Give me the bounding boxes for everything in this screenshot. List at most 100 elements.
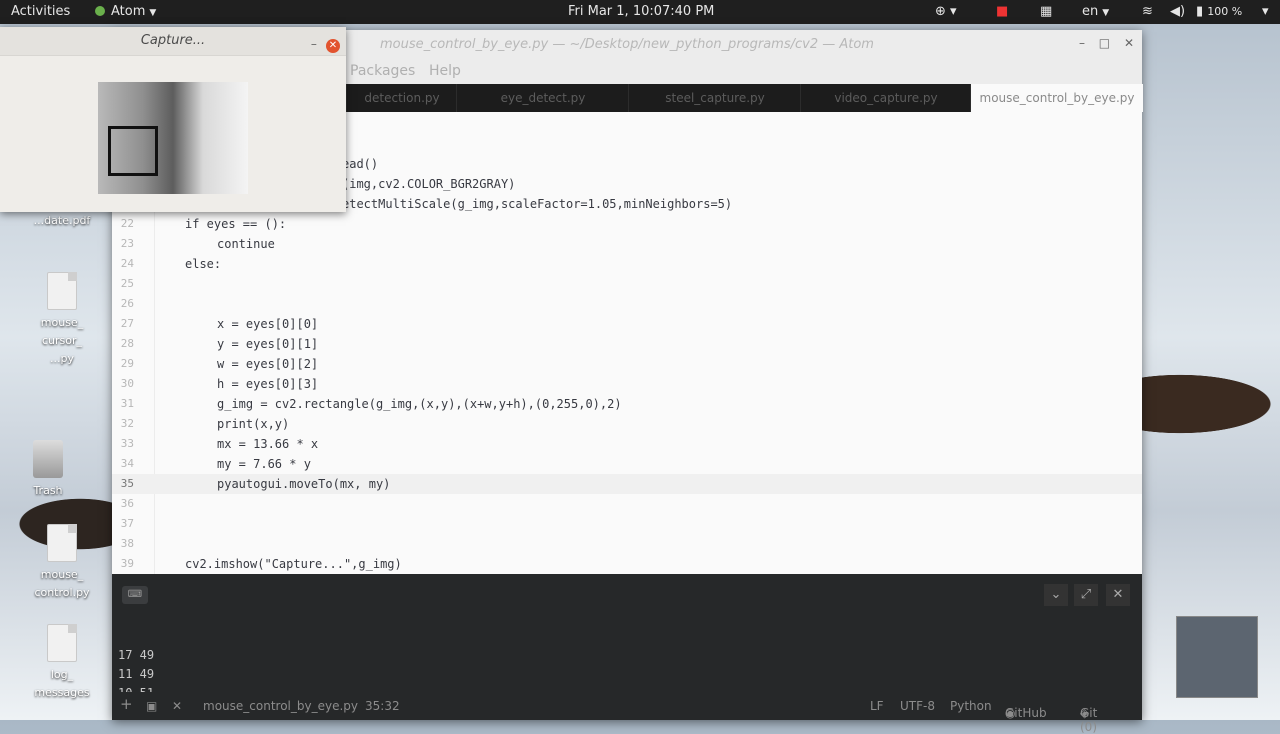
terminal-line: 11 49 bbox=[118, 667, 155, 681]
app-name: Atom bbox=[111, 4, 146, 19]
tab-video-capture[interactable]: video_capture.py bbox=[800, 84, 971, 112]
language-indicator[interactable]: en ▼ bbox=[1082, 0, 1109, 24]
window-controls: – □ ✕ bbox=[1069, 36, 1134, 50]
desktop-icon-trash[interactable]: Trash bbox=[8, 440, 88, 500]
code-line: 23 continue bbox=[112, 234, 1142, 254]
line-number: 26 bbox=[120, 297, 134, 310]
tab-label: mouse_control_by_eye.py bbox=[979, 91, 1135, 105]
code-text: mx = 13.66 * x bbox=[217, 437, 319, 451]
tab-label: detection.py bbox=[364, 91, 440, 105]
tab-detection[interactable]: detection.py bbox=[346, 84, 457, 112]
battery-label: 100 % bbox=[1207, 5, 1243, 18]
code-line: 33 mx = 13.66 * x bbox=[112, 434, 1142, 454]
status-grammar[interactable]: Python bbox=[950, 699, 992, 713]
status-encoding[interactable]: UTF-8 bbox=[900, 699, 935, 713]
code-text: etectMultiScale(g_img,scaleFactor=1.05,m… bbox=[342, 197, 733, 211]
tab-steel-capture[interactable]: steel_capture.py bbox=[628, 84, 801, 112]
maximize-icon[interactable]: ⤢ bbox=[1074, 584, 1098, 606]
status-file-name[interactable]: mouse_control_by_eye.py bbox=[203, 699, 358, 713]
line-number: 32 bbox=[120, 417, 134, 430]
code-text: cv2.imshow("Capture...",g_img) bbox=[185, 557, 402, 571]
desktop-icon-mouse-cursor[interactable]: mouse_ cursor_ ...py bbox=[22, 272, 102, 368]
system-menu-icon[interactable]: ▾ bbox=[1262, 0, 1269, 24]
file-icon bbox=[47, 624, 77, 662]
trash-icon bbox=[33, 440, 63, 478]
code-line: 27 x = eyes[0][0] bbox=[112, 314, 1142, 334]
status-cursor-position[interactable]: 35:32 bbox=[365, 699, 400, 713]
desktop-icon-log-messages[interactable]: log_ messages bbox=[22, 624, 102, 702]
accessibility-icon[interactable]: ⊕ ▾ bbox=[935, 0, 957, 24]
code-text: if eyes == (): bbox=[185, 217, 287, 231]
code-line: 30 h = eyes[0][3] bbox=[112, 374, 1142, 394]
terminal-panel[interactable]: ⌨ ⌄ ⤢ ✕ 17 49 11 49 10 51 bbox=[112, 574, 1142, 700]
webcam-frame bbox=[98, 82, 248, 194]
minimize-icon[interactable]: – bbox=[307, 38, 321, 52]
line-number: 37 bbox=[120, 517, 134, 530]
code-line: 32 print(x,y) bbox=[112, 414, 1142, 434]
code-text: ead() bbox=[342, 157, 379, 171]
line-number: 28 bbox=[120, 337, 134, 350]
webcam-thumbnail bbox=[1176, 616, 1258, 698]
clock[interactable]: Fri Mar 1, 10:07:40 PM bbox=[568, 0, 714, 24]
terminal-line: 17 49 bbox=[118, 648, 155, 662]
close-icon[interactable]: ✕ bbox=[172, 699, 182, 713]
desktop-icon-label: log_ messages bbox=[34, 668, 90, 699]
desktop-icon-label: Trash bbox=[33, 484, 63, 497]
minimize-icon[interactable]: – bbox=[1079, 36, 1085, 50]
desktop-icon-label: mouse_ cursor_ ...py bbox=[40, 316, 84, 365]
code-text: continue bbox=[217, 237, 275, 251]
code-line: 22 if eyes == (): bbox=[112, 214, 1142, 234]
line-number: 25 bbox=[120, 277, 134, 290]
screen-recorder-icon[interactable]: ■ bbox=[996, 0, 1008, 24]
desktop-icon-mouse-control[interactable]: mouse_ control.py bbox=[22, 524, 102, 602]
close-icon[interactable]: ✕ bbox=[326, 39, 340, 53]
line-number: 36 bbox=[120, 497, 134, 510]
tab-mouse-control-by-eye[interactable]: mouse_control_by_eye.py bbox=[970, 84, 1143, 112]
tab-label: video_capture.py bbox=[834, 91, 938, 105]
status-bar: + ▣ ✕ mouse_control_by_eye.py 35:32 LF U… bbox=[112, 692, 1142, 734]
line-number: 35 bbox=[120, 477, 134, 490]
status-line-ending[interactable]: LF bbox=[870, 699, 884, 713]
code-line: 25 bbox=[112, 274, 1142, 294]
atom-app-icon bbox=[95, 6, 105, 16]
menu-help[interactable]: Help bbox=[429, 63, 461, 79]
battery-icon: ▮ bbox=[1196, 4, 1208, 19]
code-text: g_img = cv2.rectangle(g_img,(x,y),(x+w,y… bbox=[217, 397, 622, 411]
code-line: 31 g_img = cv2.rectangle(g_img,(x,y),(x+w… bbox=[112, 394, 1142, 414]
code-line: 38 bbox=[112, 534, 1142, 554]
menu-packages[interactable]: Packages bbox=[350, 63, 415, 79]
chevron-down-icon: ▼ bbox=[1102, 8, 1110, 18]
line-number: 34 bbox=[120, 457, 134, 470]
terminal-toggle-icon[interactable]: ▣ bbox=[146, 699, 157, 713]
code-text: my = 7.66 * y bbox=[217, 457, 311, 471]
add-icon[interactable]: + bbox=[120, 695, 133, 713]
line-number: 31 bbox=[120, 397, 134, 410]
volume-icon[interactable]: ◀) bbox=[1170, 0, 1185, 24]
chevron-down-icon[interactable]: ⌄ bbox=[1044, 584, 1068, 606]
keyboard-icon[interactable]: ▦ bbox=[1040, 0, 1052, 24]
desktop-icon-pdf[interactable]: ...date.pdf bbox=[22, 212, 102, 230]
tab-eye-detect[interactable]: eye_detect.py bbox=[456, 84, 629, 112]
wifi-icon[interactable]: ≋ bbox=[1142, 0, 1153, 24]
code-line: 28 y = eyes[0][1] bbox=[112, 334, 1142, 354]
close-icon[interactable]: ✕ bbox=[1124, 36, 1134, 50]
code-text: h = eyes[0][3] bbox=[217, 377, 319, 391]
battery-indicator[interactable]: ▮ 100 % bbox=[1196, 0, 1242, 24]
app-menu[interactable]: Atom ▼ bbox=[95, 0, 156, 24]
line-number: 30 bbox=[120, 377, 134, 390]
line-number: 38 bbox=[120, 537, 134, 550]
activities-button[interactable]: Activities bbox=[11, 0, 70, 24]
top-bar: Activities Atom ▼ Fri Mar 1, 10:07:40 PM … bbox=[0, 0, 1280, 24]
desktop-icon-label: mouse_ control.py bbox=[34, 568, 90, 599]
close-icon[interactable]: ✕ bbox=[1106, 584, 1130, 606]
line-number: 39 bbox=[120, 557, 134, 570]
tab-label: eye_detect.py bbox=[500, 91, 586, 105]
capture-window: Capture... – ✕ bbox=[0, 27, 346, 212]
line-number: 33 bbox=[120, 437, 134, 450]
code-text: else: bbox=[185, 257, 222, 271]
maximize-icon[interactable]: □ bbox=[1099, 36, 1110, 50]
code-text: y = eyes[0][1] bbox=[217, 337, 319, 351]
code-line: 26 bbox=[112, 294, 1142, 314]
keyboard-icon[interactable]: ⌨ bbox=[122, 586, 148, 604]
code-line: 24 else: bbox=[112, 254, 1142, 274]
